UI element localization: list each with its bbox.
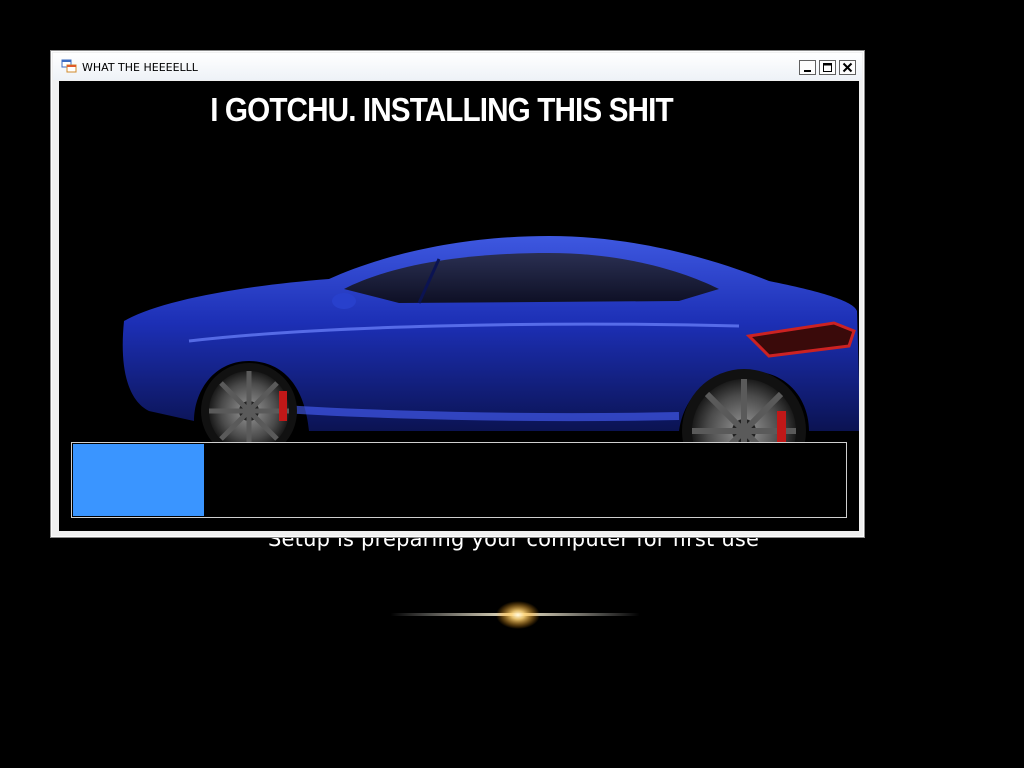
minimize-icon xyxy=(804,70,811,72)
window-content: I GOTCHU. INSTALLING THIS SHIT xyxy=(59,81,859,531)
installer-window: WHAT THE HEEEELLL I GOTCHU. INSTALLING T… xyxy=(50,50,865,538)
car-image xyxy=(122,236,859,446)
install-progress-bar xyxy=(71,442,847,518)
minimize-button[interactable] xyxy=(799,60,816,75)
window-controls xyxy=(796,60,856,76)
light-flare xyxy=(390,601,640,629)
maximize-icon xyxy=(823,63,832,72)
app-window-icon xyxy=(61,59,77,73)
close-icon xyxy=(842,62,853,73)
window-title: WHAT THE HEEEELLL xyxy=(82,61,198,74)
title-bar[interactable]: WHAT THE HEEEELLL xyxy=(53,53,862,80)
close-button[interactable] xyxy=(839,60,856,75)
progress-fill xyxy=(73,444,204,516)
headline-text: I GOTCHU. INSTALLING THIS SHIT xyxy=(210,91,673,128)
maximize-button[interactable] xyxy=(819,60,836,75)
setup-screen: Setup is preparing your computer for fir… xyxy=(0,0,1024,768)
